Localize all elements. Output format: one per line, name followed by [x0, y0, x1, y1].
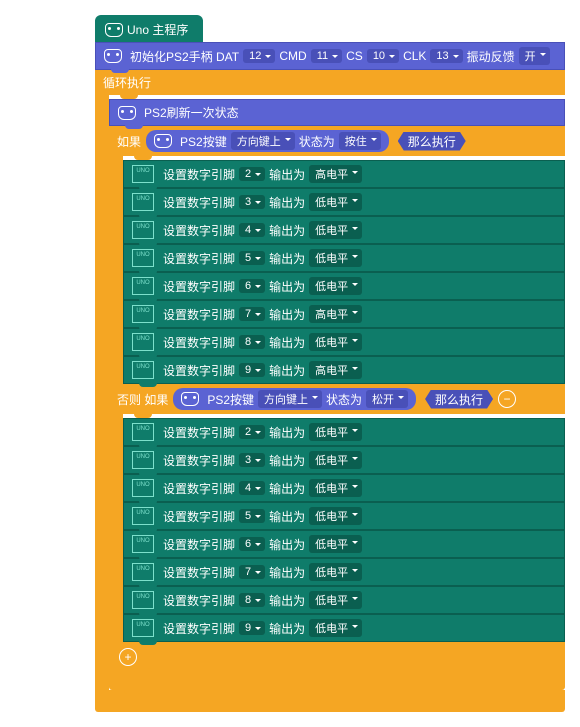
- uno-icon: UNO: [132, 305, 154, 323]
- uno-icon: UNO: [132, 619, 154, 637]
- loop-header: 循环执行: [95, 70, 565, 95]
- main-program: Uno 主程序 初始化PS2手柄 DAT12 CMD11 CS10 CLK13 …: [95, 15, 565, 712]
- remove-branch-button[interactable]: −: [498, 390, 516, 408]
- state-dropdown[interactable]: 按住: [339, 132, 381, 150]
- pin-dropdown[interactable]: 9: [239, 363, 265, 377]
- set-pin-block[interactable]: UNO设置数字引脚3输出为低电平: [123, 446, 565, 474]
- pin-dropdown[interactable]: 3: [239, 195, 265, 209]
- pin-dropdown[interactable]: 4: [239, 223, 265, 237]
- key-dropdown[interactable]: 方向键上: [231, 132, 295, 150]
- uno-icon: UNO: [132, 563, 154, 581]
- add-branch-button[interactable]: +: [119, 648, 137, 666]
- dat-dropdown[interactable]: 12: [243, 49, 275, 63]
- gamepad-icon: [104, 49, 122, 63]
- init-ps2-block[interactable]: 初始化PS2手柄 DAT12 CMD11 CS10 CLK13 振动反馈开: [95, 42, 565, 70]
- pin-dropdown[interactable]: 8: [239, 593, 265, 607]
- uno-icon: UNO: [132, 423, 154, 441]
- hat-block[interactable]: Uno 主程序: [95, 15, 203, 42]
- uno-icon: UNO: [132, 361, 154, 379]
- level-dropdown[interactable]: 低电平: [309, 619, 362, 637]
- uno-icon: UNO: [132, 221, 154, 239]
- if-block[interactable]: 如果 PS2按键方向键上状态为按住 那么执行 UNO设置数字引脚2输出为高电平U…: [109, 126, 565, 690]
- uno-icon: UNO: [132, 249, 154, 267]
- level-dropdown[interactable]: 低电平: [309, 221, 362, 239]
- set-pin-block[interactable]: UNO设置数字引脚8输出为低电平: [123, 328, 565, 356]
- state-dropdown[interactable]: 松开: [366, 390, 408, 408]
- pin-dropdown[interactable]: 6: [239, 279, 265, 293]
- set-pin-block[interactable]: UNO设置数字引脚3输出为低电平: [123, 188, 565, 216]
- pin-dropdown[interactable]: 4: [239, 481, 265, 495]
- level-dropdown[interactable]: 低电平: [309, 535, 362, 553]
- pin-dropdown[interactable]: 5: [239, 251, 265, 265]
- pin-dropdown[interactable]: 2: [239, 425, 265, 439]
- set-pin-block[interactable]: UNO设置数字引脚4输出为低电平: [123, 216, 565, 244]
- set-pin-block[interactable]: UNO设置数字引脚9输出为低电平: [123, 614, 565, 642]
- uno-icon: UNO: [132, 479, 154, 497]
- ps2-refresh-block[interactable]: PS2刷新一次状态: [109, 99, 565, 126]
- set-pin-block[interactable]: UNO设置数字引脚8输出为低电平: [123, 586, 565, 614]
- pin-dropdown[interactable]: 3: [239, 453, 265, 467]
- level-dropdown[interactable]: 低电平: [309, 249, 362, 267]
- cs-dropdown[interactable]: 10: [367, 49, 399, 63]
- forever-loop[interactable]: 循环执行 PS2刷新一次状态 如果 PS2按键方向键上状态为按住 那么执行 UN…: [95, 70, 565, 712]
- then-label: 那么执行: [398, 132, 466, 151]
- pin-dropdown[interactable]: 6: [239, 537, 265, 551]
- uno-icon: UNO: [132, 333, 154, 351]
- gamepad-icon: [105, 23, 123, 37]
- gamepad-icon: [181, 392, 199, 406]
- uno-icon: UNO: [132, 451, 154, 469]
- level-dropdown[interactable]: 低电平: [309, 563, 362, 581]
- pin-dropdown[interactable]: 2: [239, 167, 265, 181]
- level-dropdown[interactable]: 低电平: [309, 423, 362, 441]
- pin-dropdown[interactable]: 8: [239, 335, 265, 349]
- vib-dropdown[interactable]: 开: [519, 47, 550, 65]
- level-dropdown[interactable]: 低电平: [309, 591, 362, 609]
- uno-icon: UNO: [132, 277, 154, 295]
- set-pin-block[interactable]: UNO设置数字引脚7输出为低电平: [123, 558, 565, 586]
- set-pin-block[interactable]: UNO设置数字引脚7输出为高电平: [123, 300, 565, 328]
- set-pin-block[interactable]: UNO设置数字引脚9输出为高电平: [123, 356, 565, 384]
- then-label: 那么执行: [425, 390, 493, 409]
- level-dropdown[interactable]: 高电平: [309, 361, 362, 379]
- level-dropdown[interactable]: 低电平: [309, 193, 362, 211]
- level-dropdown[interactable]: 高电平: [309, 165, 362, 183]
- pin-dropdown[interactable]: 5: [239, 509, 265, 523]
- level-dropdown[interactable]: 低电平: [309, 277, 362, 295]
- gamepad-icon: [154, 134, 172, 148]
- set-pin-block[interactable]: UNO设置数字引脚2输出为高电平: [123, 160, 565, 188]
- set-pin-block[interactable]: UNO设置数字引脚5输出为低电平: [123, 502, 565, 530]
- set-pin-block[interactable]: UNO设置数字引脚2输出为低电平: [123, 418, 565, 446]
- if-header: 如果 PS2按键方向键上状态为按住 那么执行: [109, 126, 565, 156]
- set-pin-block[interactable]: UNO设置数字引脚6输出为低电平: [123, 272, 565, 300]
- uno-icon: UNO: [132, 591, 154, 609]
- level-dropdown[interactable]: 低电平: [309, 507, 362, 525]
- pin-dropdown[interactable]: 7: [239, 307, 265, 321]
- pin-dropdown[interactable]: 9: [239, 621, 265, 635]
- else-if-header: 否则 如果 PS2按键方向键上状态为松开 那么执行 −: [109, 384, 565, 414]
- uno-icon: UNO: [132, 165, 154, 183]
- level-dropdown[interactable]: 低电平: [309, 479, 362, 497]
- set-pin-block[interactable]: UNO设置数字引脚5输出为低电平: [123, 244, 565, 272]
- gamepad-icon: [118, 106, 136, 120]
- uno-icon: UNO: [132, 193, 154, 211]
- ps2-button-reporter[interactable]: PS2按键方向键上状态为松开: [173, 388, 416, 410]
- key-dropdown[interactable]: 方向键上: [258, 390, 322, 408]
- clk-dropdown[interactable]: 13: [430, 49, 462, 63]
- set-pin-block[interactable]: UNO设置数字引脚6输出为低电平: [123, 530, 565, 558]
- level-dropdown[interactable]: 高电平: [309, 305, 362, 323]
- pin-dropdown[interactable]: 7: [239, 565, 265, 579]
- uno-icon: UNO: [132, 535, 154, 553]
- uno-icon: UNO: [132, 507, 154, 525]
- level-dropdown[interactable]: 低电平: [309, 333, 362, 351]
- cmd-dropdown[interactable]: 11: [311, 49, 342, 63]
- ps2-button-reporter[interactable]: PS2按键方向键上状态为按住: [146, 130, 389, 152]
- set-pin-block[interactable]: UNO设置数字引脚4输出为低电平: [123, 474, 565, 502]
- level-dropdown[interactable]: 低电平: [309, 451, 362, 469]
